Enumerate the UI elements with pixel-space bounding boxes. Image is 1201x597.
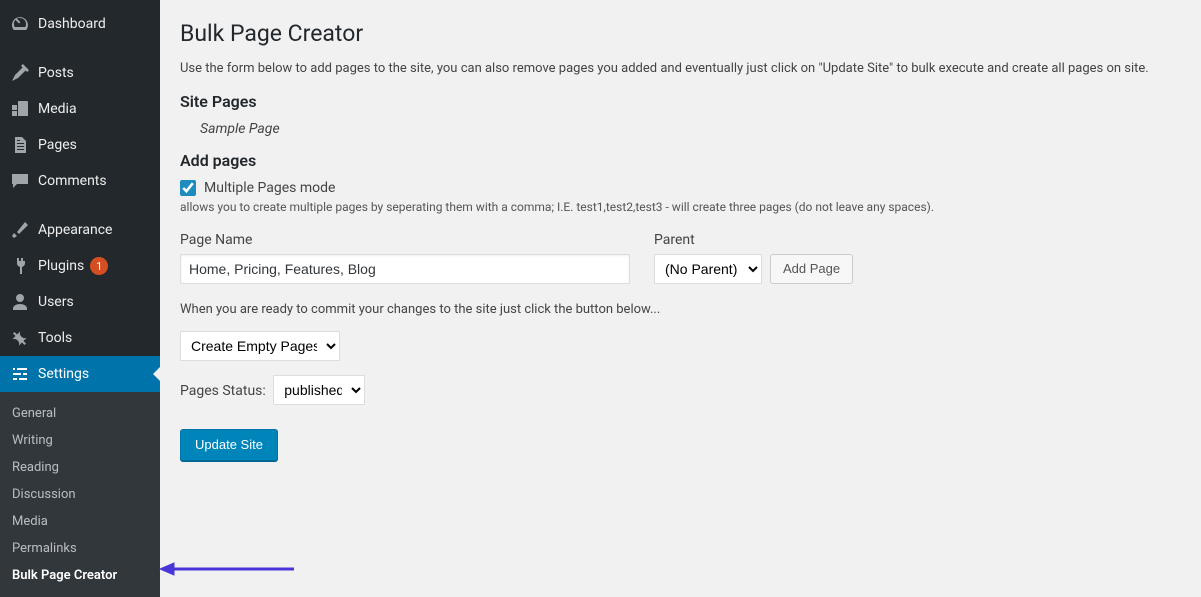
submenu-item-discussion[interactable]: Discussion xyxy=(0,481,160,508)
brush-icon xyxy=(10,220,30,240)
submenu-item-permalinks[interactable]: Permalinks xyxy=(0,535,160,562)
user-icon xyxy=(10,292,30,312)
sidebar-item-plugins[interactable]: Plugins 1 xyxy=(0,248,160,284)
page-title: Bulk Page Creator xyxy=(180,20,1181,47)
multiple-pages-mode-label: Multiple Pages mode xyxy=(204,180,335,196)
wrench-icon xyxy=(10,328,30,348)
sidebar-item-label: Media xyxy=(38,101,77,117)
main-content: Bulk Page Creator Use the form below to … xyxy=(160,0,1201,597)
sidebar-item-label: Posts xyxy=(38,65,74,81)
page-description: Use the form below to add pages to the s… xyxy=(180,61,1181,76)
sidebar-item-label: Plugins xyxy=(38,258,84,274)
sidebar-item-label: Dashboard xyxy=(38,16,106,32)
sidebar-item-comments[interactable]: Comments xyxy=(0,163,160,199)
submenu-item-bulk-page-creator[interactable]: Bulk Page Creator xyxy=(0,562,160,589)
pages-icon xyxy=(10,135,30,155)
sidebar-item-appearance[interactable]: Appearance xyxy=(0,212,160,248)
sidebar-item-label: Settings xyxy=(38,366,89,382)
page-name-input[interactable] xyxy=(180,254,630,284)
sidebar-item-users[interactable]: Users xyxy=(0,284,160,320)
sidebar-item-settings[interactable]: Settings xyxy=(0,356,160,392)
multiple-pages-mode-hint: allows you to create multiple pages by s… xyxy=(180,200,1181,214)
comments-icon xyxy=(10,171,30,191)
sidebar-item-label: Tools xyxy=(38,330,72,346)
submenu-item-media[interactable]: Media xyxy=(0,508,160,535)
admin-sidebar: Dashboard Posts Media Pages Comments App… xyxy=(0,0,160,597)
pages-status-select[interactable]: published xyxy=(273,375,365,405)
sidebar-item-tools[interactable]: Tools xyxy=(0,320,160,356)
sample-page-item: Sample Page xyxy=(200,121,1181,137)
sidebar-item-dashboard[interactable]: Dashboard xyxy=(0,6,160,42)
page-name-label: Page Name xyxy=(180,232,640,248)
sidebar-item-label: Users xyxy=(38,294,74,310)
settings-submenu: General Writing Reading Discussion Media… xyxy=(0,392,160,597)
update-badge: 1 xyxy=(90,257,108,275)
submenu-item-general[interactable]: General xyxy=(0,400,160,427)
add-pages-heading: Add pages xyxy=(180,151,1181,170)
sidebar-item-label: Appearance xyxy=(38,222,112,238)
sidebar-item-media[interactable]: Media xyxy=(0,91,160,127)
annotation-arrow xyxy=(158,561,298,581)
pages-status-label: Pages Status: xyxy=(180,383,266,399)
sliders-icon xyxy=(10,364,30,384)
site-pages-heading: Site Pages xyxy=(180,92,1181,111)
multiple-pages-mode-checkbox[interactable] xyxy=(180,180,196,196)
update-site-button[interactable]: Update Site xyxy=(180,429,278,461)
parent-select[interactable]: (No Parent) xyxy=(654,254,762,284)
add-page-button[interactable]: Add Page xyxy=(770,254,853,284)
sidebar-item-label: Comments xyxy=(38,173,107,189)
template-select[interactable]: Create Empty Pages xyxy=(180,331,340,361)
submenu-item-reading[interactable]: Reading xyxy=(0,454,160,481)
dashboard-icon xyxy=(10,14,30,34)
media-icon xyxy=(10,99,30,119)
commit-note: When you are ready to commit your change… xyxy=(180,302,1181,317)
submenu-item-writing[interactable]: Writing xyxy=(0,427,160,454)
sidebar-item-posts[interactable]: Posts xyxy=(0,55,160,91)
parent-label: Parent xyxy=(654,232,853,248)
pin-icon xyxy=(10,63,30,83)
sidebar-item-pages[interactable]: Pages xyxy=(0,127,160,163)
plug-icon xyxy=(10,256,30,276)
sidebar-item-label: Pages xyxy=(38,137,77,153)
